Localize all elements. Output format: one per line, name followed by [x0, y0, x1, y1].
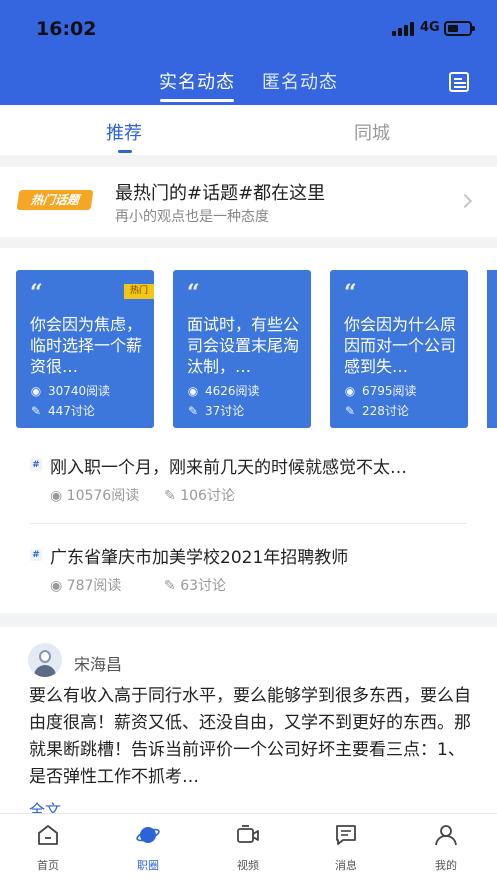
topic-title: 刚入职一个月，刚来前几天的时候就感觉不太… — [50, 458, 407, 478]
hot-topics-title: 最热门的#话题#都在这里 — [115, 183, 326, 204]
tab-messages[interactable]: 消息 — [316, 814, 376, 883]
hot-topics-subtitle: 再小的观点也是一种态度 — [115, 209, 269, 225]
topic-reads: ◉ 787阅读 — [50, 578, 122, 594]
topic-card-peek[interactable] — [487, 270, 497, 428]
battery-icon — [444, 21, 475, 36]
tab-circle[interactable]: 职圈 — [118, 814, 178, 883]
network-label: 4G — [420, 20, 440, 35]
pen-icon: ✎ — [30, 404, 42, 418]
card-text: 面试时，有些公司会设置末尾淘汰制，… — [187, 315, 300, 376]
user-post[interactable]: 宋海昌 要么有收入高于同行水平，要么能够学到很多东西，要么自由度很高！薪资又低、… — [0, 627, 497, 820]
topic-comments: ✎ 63讨论 — [164, 578, 227, 594]
hot-topics-badge: 热门话题 — [16, 190, 94, 210]
eye-icon: ◉ — [344, 384, 356, 398]
topic-comments: ✎ 106讨论 — [164, 488, 235, 504]
hot-tag: 热门 — [124, 284, 154, 299]
eye-icon: ◉ — [30, 384, 42, 398]
hashtag-icon: # — [30, 549, 42, 561]
card-comments: ✎ 447讨论 — [30, 404, 95, 418]
divider — [30, 523, 467, 524]
chat-icon — [336, 825, 356, 845]
tab-video[interactable]: 视频 — [218, 814, 278, 883]
avatar[interactable] — [28, 643, 62, 677]
bottom-tab-bar: 首页 职圈 视频 消息 我的 — [0, 813, 497, 883]
card-text: 你会因为什么原因而对一个公司感到失… — [344, 315, 457, 376]
pen-icon: ✎ — [187, 404, 199, 418]
eye-icon: ◉ — [187, 384, 199, 398]
status-time: 16:02 — [36, 18, 97, 40]
status-bar: 16:02 4G — [0, 0, 497, 58]
card-reads: ◉ 4626阅读 — [187, 384, 260, 398]
signal-icon — [392, 22, 416, 36]
user-icon — [435, 825, 457, 846]
video-icon — [237, 825, 259, 843]
tab-same-city[interactable]: 同城 — [354, 119, 390, 145]
card-comments: ✎ 37讨论 — [187, 404, 245, 418]
topic-reads: ◉ 10576阅读 — [50, 488, 140, 504]
tab-anonymous[interactable]: 匿名动态 — [262, 68, 338, 94]
tab-recommended[interactable]: 推荐 — [106, 119, 142, 145]
topic-card[interactable]: “ 热门 你会因为焦虑，临时选择一个薪资很… ◉ 30740阅读 ✎ 447讨论 — [16, 270, 154, 428]
message-list-icon[interactable] — [449, 72, 469, 92]
planet-icon — [136, 827, 160, 843]
hot-topics-banner[interactable]: 热门话题 最热门的#话题#都在这里 再小的观点也是一种态度 — [0, 167, 497, 237]
subtab-indicator — [118, 150, 132, 153]
topic-feed: “ 热门 你会因为焦虑，临时选择一个薪资很… ◉ 30740阅读 ✎ 447讨论 “… — [0, 248, 497, 613]
quote-icon: “ — [187, 280, 200, 306]
home-icon — [38, 825, 58, 845]
pen-icon: ✎ — [344, 404, 356, 418]
post-username[interactable]: 宋海昌 — [74, 651, 122, 675]
card-reads: ◉ 30740阅读 — [30, 384, 111, 398]
active-tab-indicator — [160, 99, 234, 102]
topic-card[interactable]: “ 面试时，有些公司会设置末尾淘汰制，… ◉ 4626阅读 ✎ 37讨论 — [173, 270, 311, 428]
quote-icon: “ — [30, 280, 43, 306]
card-text: 你会因为焦虑，临时选择一个薪资很… — [30, 315, 143, 376]
header: 16:02 4G 实名动态 匿名动态 — [0, 0, 497, 105]
sub-tabs: 推荐 同城 — [0, 105, 497, 155]
quote-icon: “ — [344, 280, 357, 306]
tab-me[interactable]: 我的 — [416, 814, 476, 883]
topic-card[interactable]: “ 你会因为什么原因而对一个公司感到失… ◉ 6795阅读 ✎ 228讨论 — [330, 270, 468, 428]
tab-real-name[interactable]: 实名动态 — [159, 68, 235, 94]
card-reads: ◉ 6795阅读 — [344, 384, 417, 398]
topic-title: 广东省肇庆市加美学校2021年招聘教师 — [50, 548, 349, 568]
tab-home[interactable]: 首页 — [18, 814, 78, 883]
card-comments: ✎ 228讨论 — [344, 404, 409, 418]
post-text: 要么有收入高于同行水平，要么能够学到很多东西，要么自由度很高！薪资又低、还没自由… — [29, 686, 471, 787]
hashtag-icon: # — [30, 459, 42, 471]
